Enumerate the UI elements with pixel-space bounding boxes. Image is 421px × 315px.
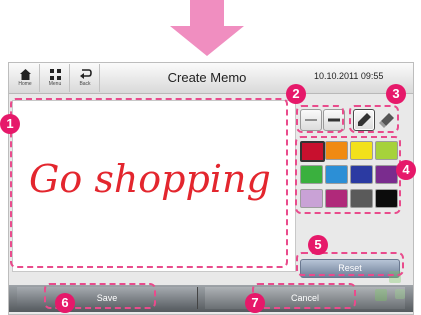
callout-frame-canvas	[10, 98, 288, 268]
callout-frame-cancel	[252, 283, 356, 309]
menu-icon	[49, 69, 61, 80]
back-label: Back	[79, 81, 91, 87]
header-bar: Home Menu Back Create Memo 10.10.2011 09…	[9, 63, 413, 94]
decorative-square	[375, 289, 387, 301]
menu-label: Menu	[48, 81, 62, 87]
back-icon	[79, 69, 92, 79]
callout-badge-3: 3	[386, 84, 406, 104]
home-label: Home	[18, 81, 32, 87]
datetime-display: 10.10.2011 09:55	[314, 71, 384, 81]
callout-badge-2: 2	[286, 84, 306, 104]
callout-frame-palette	[295, 136, 401, 214]
callout-badge-5: 5	[308, 235, 328, 255]
callout-frame-pen-tools	[349, 105, 399, 133]
menu-button[interactable]: Menu	[41, 64, 70, 92]
down-arrow-icon	[170, 0, 244, 56]
back-button[interactable]: Back	[71, 64, 100, 92]
home-icon	[19, 69, 31, 80]
page-title: Create Memo	[167, 70, 247, 85]
callout-badge-6: 6	[55, 293, 75, 313]
home-button[interactable]: Home	[11, 64, 40, 92]
callout-frame-line-tools	[296, 105, 344, 133]
decorative-square	[395, 289, 405, 299]
callout-badge-1: 1	[0, 114, 20, 134]
callout-badge-7: 7	[245, 293, 265, 313]
callout-frame-reset	[296, 252, 404, 276]
callout-badge-4: 4	[396, 160, 416, 180]
